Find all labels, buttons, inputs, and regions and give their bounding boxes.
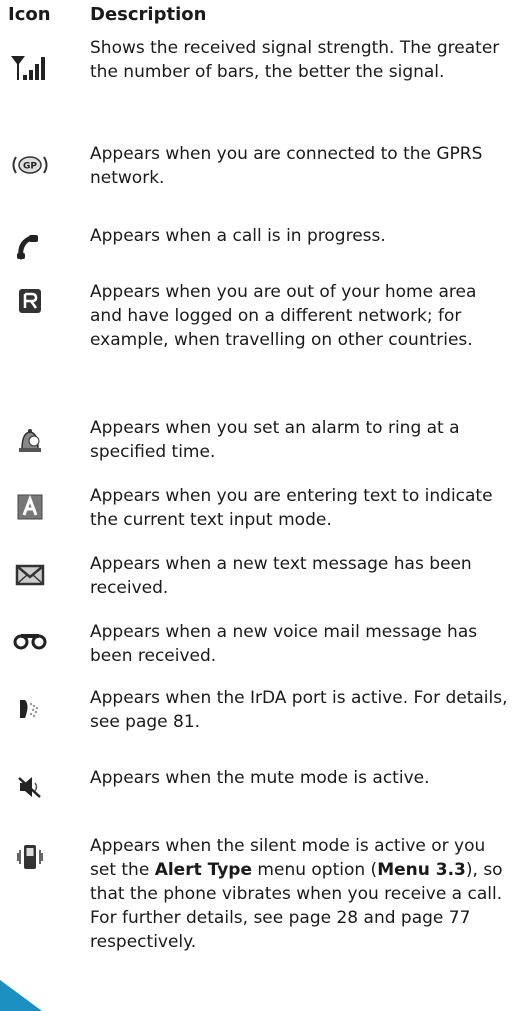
row-description: Appears when the silent mode is active o… [90, 836, 503, 952]
icon-column-header: Icon [8, 4, 51, 25]
menu-reference: Menu 3.3 [377, 860, 466, 880]
row-description: Appears when a call is in progress. [90, 226, 386, 246]
row-description: Appears when a new text message has been… [90, 554, 472, 598]
alert-type-term: Alert Type [154, 860, 253, 880]
row-description: Appears when the mute mode is active. [90, 768, 430, 788]
alarm-icon [0, 424, 60, 458]
gprs-icon: GP [0, 148, 60, 182]
row-description: Appears when you are entering text to in… [90, 486, 493, 530]
silent-mode-icon [0, 840, 60, 874]
row-description: Appears when you set an alarm to ring at… [90, 418, 460, 462]
text-input-mode-icon [0, 490, 60, 524]
description-column-header: Description [90, 4, 207, 25]
row-description: Appears when the IrDA port is active. Fo… [90, 688, 508, 732]
irda-icon [0, 692, 60, 726]
mute-icon [0, 770, 60, 804]
signal-strength-icon [0, 50, 60, 84]
row-description: Appears when you are connected to the GP… [90, 144, 483, 188]
svg-text:GP: GP [23, 162, 37, 172]
voice-mail-icon [0, 624, 60, 658]
new-message-icon [0, 558, 60, 592]
row-description: Appears when you are out of your home ar… [90, 282, 477, 350]
table-header: Icon Description [0, 4, 513, 30]
roaming-icon [0, 284, 60, 318]
call-in-progress-icon [0, 230, 60, 264]
row-description: Shows the received signal strength. The … [90, 38, 500, 82]
row-description: Appears when a new voice mail message ha… [90, 622, 478, 666]
page-corner-tab [0, 980, 42, 1011]
